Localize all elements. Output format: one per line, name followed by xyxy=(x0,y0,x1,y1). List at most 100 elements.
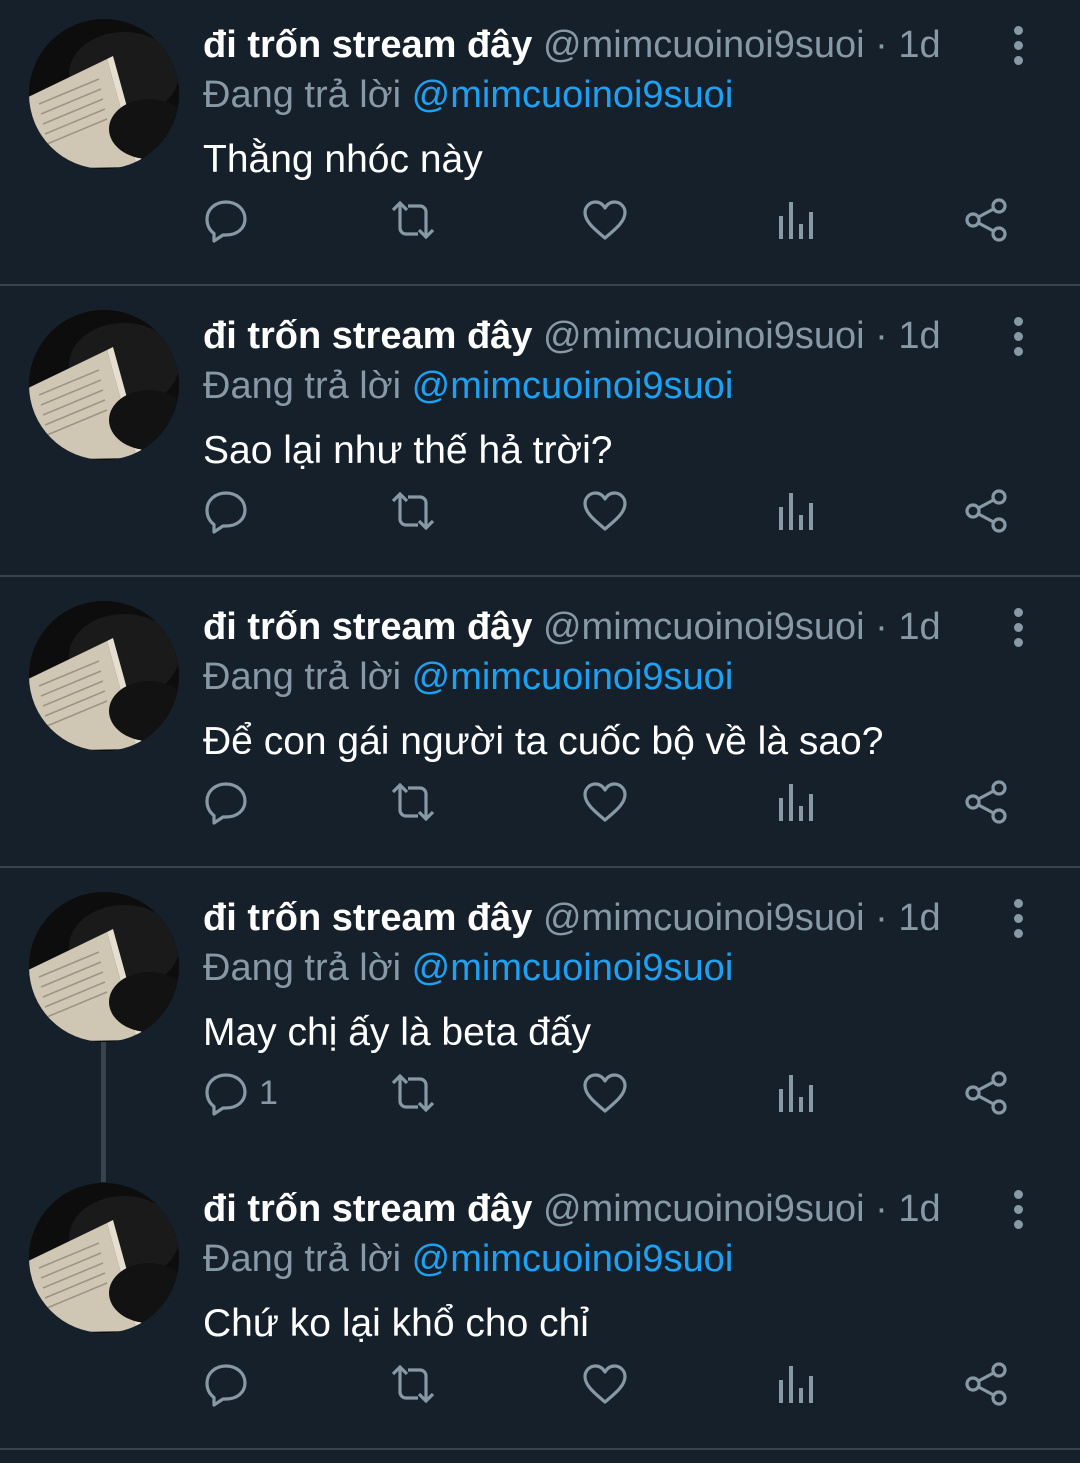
reply-icon xyxy=(203,779,249,825)
timestamp[interactable]: 1d xyxy=(898,1188,940,1230)
avatar[interactable] xyxy=(29,892,179,1042)
display-name[interactable]: đi trốn stream đây xyxy=(203,315,532,357)
action-bar xyxy=(0,190,1080,250)
avatar[interactable] xyxy=(29,1183,179,1333)
retweet-icon xyxy=(390,197,436,243)
tweet[interactable]: đi trốn stream đây @mimcuoinoi9suoi · 1d… xyxy=(0,873,1080,1182)
retweet-button[interactable] xyxy=(390,196,436,244)
like-button[interactable] xyxy=(582,196,628,244)
reply-thread-feed: đi trốn stream đây @mimcuoinoi9suoi · 1d… xyxy=(0,0,1080,1463)
retweet-icon xyxy=(390,1361,436,1407)
handle[interactable]: @mimcuoinoi9suoi xyxy=(543,315,865,357)
retweet-icon xyxy=(390,779,436,825)
heart-icon xyxy=(582,1361,628,1407)
replying-to: Đang trả lời @mimcuoinoi9suoi xyxy=(203,1234,733,1284)
timestamp[interactable]: 1d xyxy=(898,897,940,939)
action-bar xyxy=(0,481,1080,541)
separator: · xyxy=(875,1188,888,1230)
reply-icon xyxy=(203,1070,249,1116)
tweet[interactable]: đi trốn stream đây @mimcuoinoi9suoi · 1d… xyxy=(0,582,1080,868)
share-icon xyxy=(963,1361,1009,1407)
reply-button[interactable]: 1 xyxy=(203,1069,278,1117)
handle[interactable]: @mimcuoinoi9suoi xyxy=(543,897,865,939)
tweet[interactable]: đi trốn stream đây @mimcuoinoi9suoi · 1d… xyxy=(0,0,1080,286)
avatar[interactable] xyxy=(29,601,179,751)
share-button[interactable] xyxy=(963,778,1009,826)
tweet-text: Để con gái người ta cuốc bộ về là sao? xyxy=(203,720,884,763)
mention-link[interactable]: @mimcuoinoi9suoi xyxy=(412,365,734,407)
more-vertical-icon[interactable] xyxy=(1006,899,1032,939)
handle[interactable]: @mimcuoinoi9suoi xyxy=(543,1188,865,1230)
analytics-button[interactable] xyxy=(773,1360,819,1408)
retweet-button[interactable] xyxy=(390,1069,436,1117)
replying-label: Đang trả lời xyxy=(203,656,402,698)
separator: · xyxy=(875,897,888,939)
handle[interactable]: @mimcuoinoi9suoi xyxy=(543,24,865,66)
analytics-icon xyxy=(773,197,819,243)
action-bar: 1 xyxy=(0,1063,1080,1123)
retweet-button[interactable] xyxy=(390,487,436,535)
tweet-text: May chị ấy là beta đấy xyxy=(203,1011,592,1054)
like-button[interactable] xyxy=(582,487,628,535)
heart-icon xyxy=(582,488,628,534)
replying-label: Đang trả lời xyxy=(203,365,402,407)
more-vertical-icon[interactable] xyxy=(1006,26,1032,66)
like-button[interactable] xyxy=(582,778,628,826)
handle[interactable]: @mimcuoinoi9suoi xyxy=(543,606,865,648)
tweet-text: Chứ ko lại khổ cho chỉ xyxy=(203,1302,589,1345)
share-icon xyxy=(963,1070,1009,1116)
reply-button[interactable] xyxy=(203,778,259,826)
tweet-header: đi trốn stream đây @mimcuoinoi9suoi · 1d xyxy=(203,20,941,70)
replying-label: Đang trả lời xyxy=(203,947,402,989)
timestamp[interactable]: 1d xyxy=(898,24,940,66)
tweet-text: Thằng nhóc này xyxy=(203,138,483,181)
separator: · xyxy=(875,606,888,648)
display-name[interactable]: đi trốn stream đây xyxy=(203,1188,532,1230)
share-button[interactable] xyxy=(963,487,1009,535)
separator: · xyxy=(875,24,888,66)
analytics-icon xyxy=(773,1361,819,1407)
display-name[interactable]: đi trốn stream đây xyxy=(203,897,532,939)
reply-button[interactable] xyxy=(203,487,259,535)
heart-icon xyxy=(582,779,628,825)
mention-link[interactable]: @mimcuoinoi9suoi xyxy=(412,74,734,116)
retweet-button[interactable] xyxy=(390,778,436,826)
share-icon xyxy=(963,779,1009,825)
tweet[interactable]: đi trốn stream đây @mimcuoinoi9suoi · 1d… xyxy=(0,1164,1080,1450)
like-button[interactable] xyxy=(582,1069,628,1117)
avatar[interactable] xyxy=(29,310,179,460)
share-icon xyxy=(963,197,1009,243)
reply-icon xyxy=(203,1361,249,1407)
share-icon xyxy=(963,488,1009,534)
more-vertical-icon[interactable] xyxy=(1006,1190,1032,1230)
analytics-button[interactable] xyxy=(773,778,819,826)
separator: · xyxy=(875,315,888,357)
reply-count: 1 xyxy=(259,1073,278,1112)
display-name[interactable]: đi trốn stream đây xyxy=(203,606,532,648)
analytics-button[interactable] xyxy=(773,1069,819,1117)
replying-to: Đang trả lời @mimcuoinoi9suoi xyxy=(203,70,733,120)
reply-icon xyxy=(203,488,249,534)
analytics-icon xyxy=(773,1070,819,1116)
timestamp[interactable]: 1d xyxy=(898,315,940,357)
retweet-icon xyxy=(390,1070,436,1116)
avatar[interactable] xyxy=(29,19,179,169)
share-button[interactable] xyxy=(963,1069,1009,1117)
display-name[interactable]: đi trốn stream đây xyxy=(203,24,532,66)
reply-button[interactable] xyxy=(203,1360,259,1408)
analytics-button[interactable] xyxy=(773,196,819,244)
mention-link[interactable]: @mimcuoinoi9suoi xyxy=(412,947,734,989)
mention-link[interactable]: @mimcuoinoi9suoi xyxy=(412,1238,734,1280)
like-button[interactable] xyxy=(582,1360,628,1408)
more-vertical-icon[interactable] xyxy=(1006,608,1032,648)
action-bar xyxy=(0,1354,1080,1414)
more-vertical-icon[interactable] xyxy=(1006,317,1032,357)
analytics-button[interactable] xyxy=(773,487,819,535)
timestamp[interactable]: 1d xyxy=(898,606,940,648)
reply-button[interactable] xyxy=(203,196,259,244)
tweet[interactable]: đi trốn stream đây @mimcuoinoi9suoi · 1d… xyxy=(0,291,1080,577)
share-button[interactable] xyxy=(963,196,1009,244)
retweet-button[interactable] xyxy=(390,1360,436,1408)
mention-link[interactable]: @mimcuoinoi9suoi xyxy=(412,656,734,698)
share-button[interactable] xyxy=(963,1360,1009,1408)
